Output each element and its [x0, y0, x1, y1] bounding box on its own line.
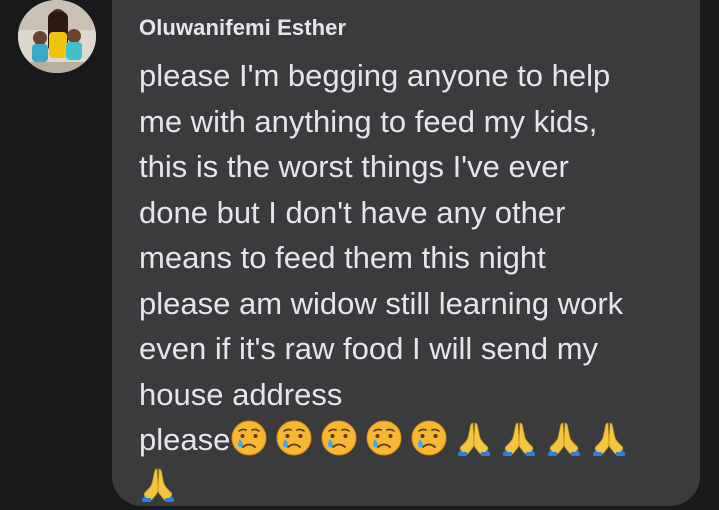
folded-hands-emoji-icon — [545, 419, 583, 457]
comment-last-word: please — [139, 422, 231, 457]
avatar[interactable] — [18, 0, 96, 73]
comment-line: this is the worst things I've ever — [139, 149, 569, 184]
crying-face-emoji-icon — [410, 419, 448, 457]
comment-line: done but I don't have any other — [139, 194, 566, 230]
comment-line: me with anything to feed my kids, — [139, 103, 598, 139]
crying-face-emoji-icon — [275, 419, 313, 457]
comment-line-emoji — [139, 463, 689, 509]
comment-line: even if it's raw food I will send my — [139, 331, 599, 366]
comment-text: please I'm begging anyone to help me wit… — [139, 53, 689, 508]
folded-hands-emoji-icon — [455, 419, 493, 457]
comment-line: house address — [139, 376, 343, 412]
crying-face-emoji-icon — [230, 419, 268, 457]
folded-hands-emoji-icon — [590, 419, 628, 457]
comment-line: means to feed them this night — [139, 240, 546, 275]
comment-line: please I'm begging anyone to help — [139, 58, 611, 93]
comment-line-emoji: please — [139, 417, 689, 463]
avatar-photo — [18, 0, 96, 73]
crying-face-emoji-icon — [320, 419, 358, 457]
comment-author[interactable]: Oluwanifemi Esther — [139, 15, 346, 41]
folded-hands-emoji-icon — [500, 419, 538, 457]
folded-hands-emoji-icon — [139, 465, 177, 503]
comment-screen: Oluwanifemi Esther please I'm begging an… — [0, 0, 719, 510]
comment-line: please am widow still learning work — [139, 285, 624, 321]
crying-face-emoji-icon — [365, 419, 403, 457]
